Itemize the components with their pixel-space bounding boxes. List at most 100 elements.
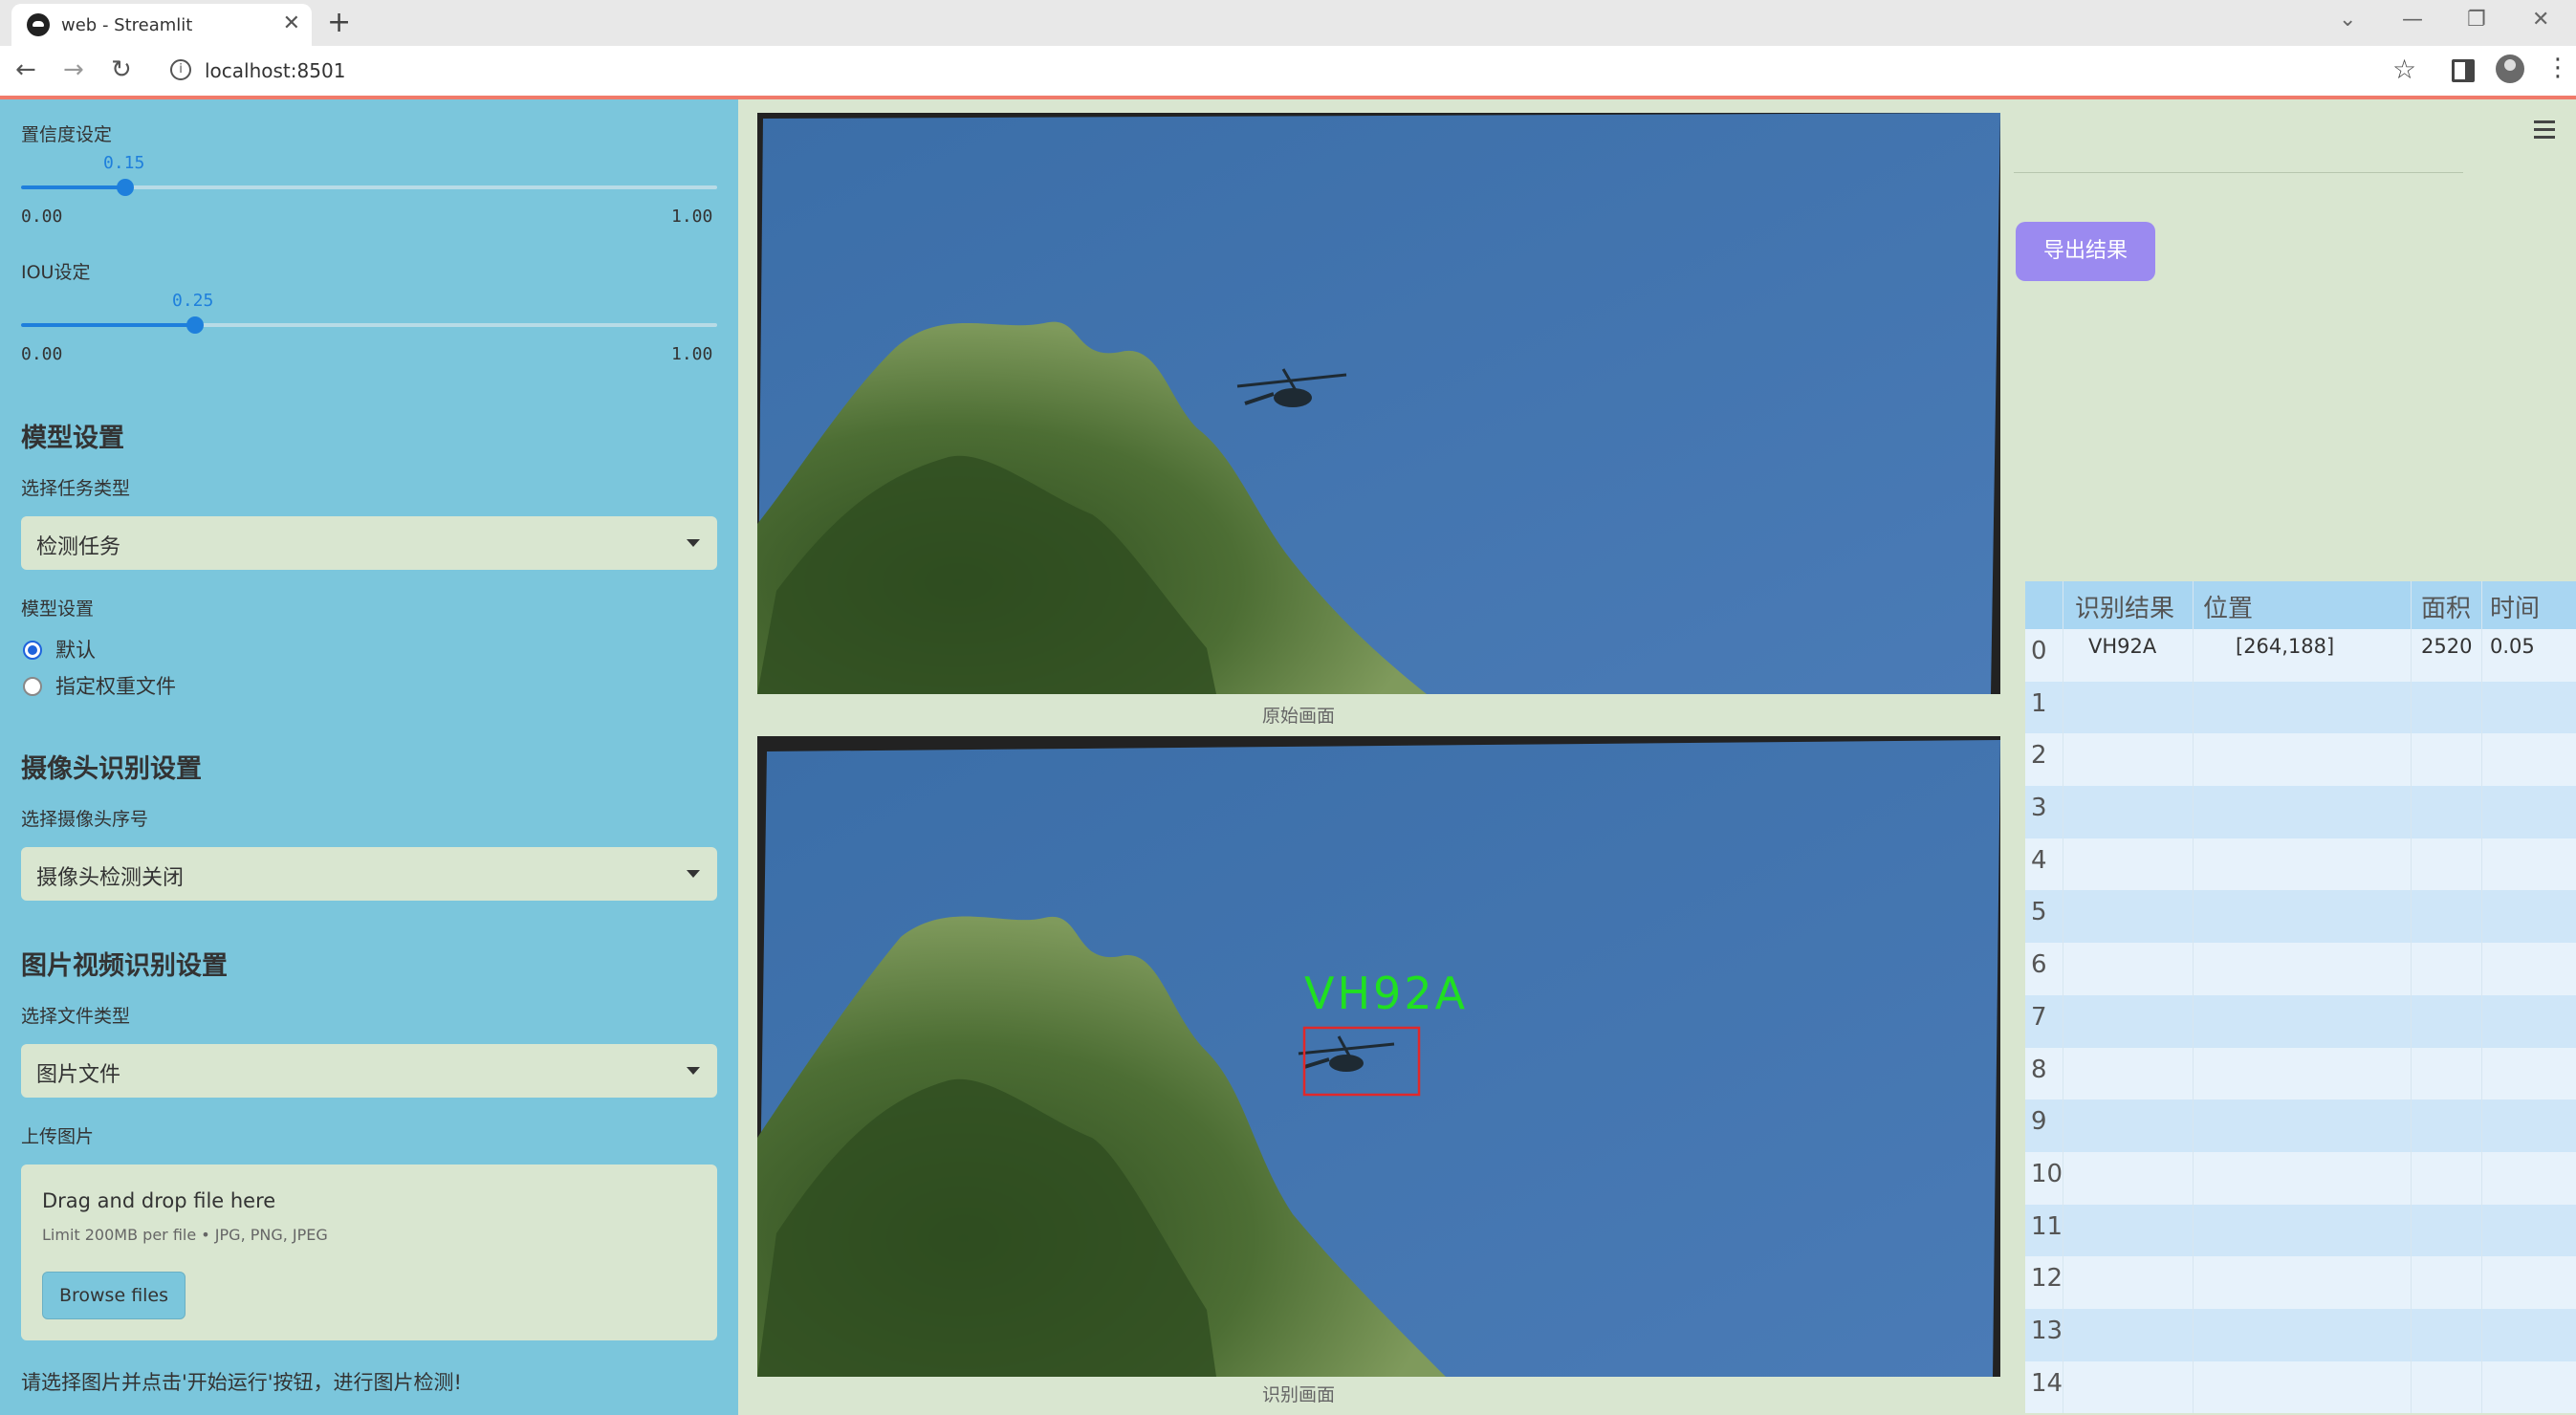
result-image: VH92A [757, 736, 2000, 1377]
cell-position-cell [2194, 1308, 2412, 1361]
row-index: 7 [2031, 1002, 2047, 1032]
table-row[interactable]: 7 [2025, 994, 2576, 1048]
table-row[interactable]: 12 [2025, 1256, 2576, 1309]
row-index-cell: 4 [2025, 838, 2063, 891]
table-row[interactable]: 8 [2025, 1047, 2576, 1100]
confidence-value: 0.15 [103, 153, 145, 173]
radio-default-label[interactable]: 默认 [55, 635, 96, 664]
confidence-slider-thumb[interactable] [117, 179, 135, 196]
confidence-slider[interactable] [21, 179, 717, 196]
row-index: 10 [2031, 1159, 2063, 1188]
forward-arrow-icon[interactable]: → [63, 55, 84, 84]
row-index: 8 [2031, 1055, 2047, 1084]
table-row[interactable]: 5 [2025, 890, 2576, 944]
detection-label: VH92A [1304, 968, 1468, 1019]
table-row[interactable]: 14 [2025, 1361, 2576, 1414]
cell-area-cell [2412, 1099, 2482, 1152]
file-type-select[interactable]: 图片文件 [21, 1044, 717, 1098]
cell-time-cell [2482, 943, 2576, 995]
cell-position-cell [2194, 1256, 2412, 1309]
row-index: 9 [2031, 1107, 2047, 1137]
cell-position-cell [2194, 733, 2412, 787]
new-tab-icon[interactable]: + [327, 6, 351, 39]
cell-position-cell [2194, 1151, 2412, 1205]
cell-time-cell [2482, 682, 2576, 734]
site-info-icon[interactable]: i [170, 59, 191, 80]
iou-slider[interactable] [21, 316, 717, 334]
export-results-button[interactable]: 导出结果 [2016, 222, 2155, 281]
browser-menu-icon[interactable]: ⋮ [2545, 54, 2570, 82]
cell-result: VH92A [2088, 635, 2157, 658]
table-row[interactable]: 4 [2025, 838, 2576, 891]
cell-position-cell [2194, 1047, 2412, 1100]
row-index-cell: 6 [2025, 943, 2063, 995]
table-row[interactable]: 6 [2025, 943, 2576, 995]
dropzone-limit: Limit 200MB per file • JPG, PNG, JPEG [42, 1226, 328, 1244]
chevron-down-icon [687, 870, 700, 878]
cell-time: 0.05 [2490, 635, 2535, 658]
cell-time-cell [2482, 1099, 2576, 1152]
cell-result-cell [2063, 1308, 2194, 1361]
table-row[interactable]: 10 [2025, 1151, 2576, 1205]
cell-position-cell [2194, 838, 2412, 891]
cell-time-cell [2482, 1361, 2576, 1414]
cell-time-cell [2482, 1256, 2576, 1309]
row-index: 6 [2031, 950, 2047, 980]
browse-files-button[interactable]: Browse files [42, 1272, 186, 1319]
tab-close-icon[interactable]: ✕ [283, 11, 300, 35]
url-text[interactable]: localhost:8501 [205, 59, 345, 82]
camera-index-label: 选择摄像头序号 [21, 809, 149, 830]
header-position[interactable]: 位置 [2203, 589, 2253, 624]
url-field[interactable]: i localhost:8501 [153, 52, 2381, 90]
radio-custom-weights[interactable] [23, 677, 42, 696]
profile-avatar-icon[interactable] [2496, 54, 2524, 83]
results-table: 识别结果 位置 面积 时间 0 VH92A [264,188] 2520 0.05 1 2 3… [2025, 581, 2576, 1414]
cell-time-cell [2482, 890, 2576, 943]
cell-time-cell: 0.05 [2482, 629, 2576, 682]
camera-select[interactable]: 摄像头检测关闭 [21, 847, 717, 901]
back-arrow-icon[interactable]: ← [15, 55, 36, 84]
row-index-cell: 5 [2025, 890, 2063, 944]
cell-result-cell [2063, 1256, 2194, 1309]
cell-area-cell [2412, 1256, 2482, 1309]
row-index: 2 [2031, 741, 2047, 771]
hamburger-menu-icon[interactable] [2534, 120, 2555, 143]
table-row[interactable]: 1 [2025, 681, 2576, 734]
upload-label: 上传图片 [21, 1126, 95, 1147]
reload-icon[interactable]: ↻ [111, 55, 132, 84]
row-index-cell: 13 [2025, 1308, 2063, 1361]
header-time[interactable]: 时间 [2490, 589, 2540, 624]
radio-custom-weights-label[interactable]: 指定权重文件 [55, 671, 176, 700]
row-index: 0 [2031, 637, 2047, 665]
restore-icon[interactable]: ❐ [2467, 8, 2486, 32]
cell-result-cell [2063, 1099, 2194, 1152]
task-type-select[interactable]: 检测任务 [21, 516, 717, 570]
table-row[interactable]: 9 [2025, 1099, 2576, 1152]
close-window-icon[interactable]: ✕ [2532, 8, 2549, 32]
table-row[interactable]: 3 [2025, 786, 2576, 838]
divider [2014, 172, 2463, 173]
minimize-icon[interactable]: — [2402, 8, 2423, 32]
table-row[interactable]: 11 [2025, 1204, 2576, 1257]
cell-result-cell [2063, 733, 2194, 787]
tab-search-chevron-icon[interactable]: ⌄ [2339, 8, 2356, 32]
cell-time-cell [2482, 786, 2576, 838]
row-index-cell: 10 [2025, 1151, 2063, 1205]
iou-label: IOU设定 [21, 262, 91, 283]
model-config-label: 模型设置 [21, 599, 95, 620]
side-panel-icon[interactable] [2452, 59, 2475, 82]
bookmark-star-icon[interactable]: ☆ [2392, 54, 2416, 85]
iou-slider-thumb[interactable] [186, 316, 204, 334]
browser-tab[interactable]: web - Streamlit ✕ [11, 4, 312, 46]
header-area[interactable]: 面积 [2421, 589, 2471, 624]
radio-default[interactable] [23, 641, 42, 660]
table-row[interactable]: 0 VH92A [264,188] 2520 0.05 [2025, 629, 2576, 682]
table-header-row: 识别结果 位置 面积 时间 [2025, 581, 2576, 629]
header-result[interactable]: 识别结果 [2075, 589, 2174, 624]
browser-tab-bar: web - Streamlit ✕ + ⌄ — ❐ ✕ [0, 0, 2576, 46]
cell-result-cell [2063, 1047, 2194, 1100]
file-dropzone[interactable]: Drag and drop file here Limit 200MB per … [21, 1165, 717, 1340]
table-row[interactable]: 2 [2025, 733, 2576, 787]
table-row[interactable]: 13 [2025, 1308, 2576, 1361]
row-index: 4 [2031, 845, 2047, 875]
